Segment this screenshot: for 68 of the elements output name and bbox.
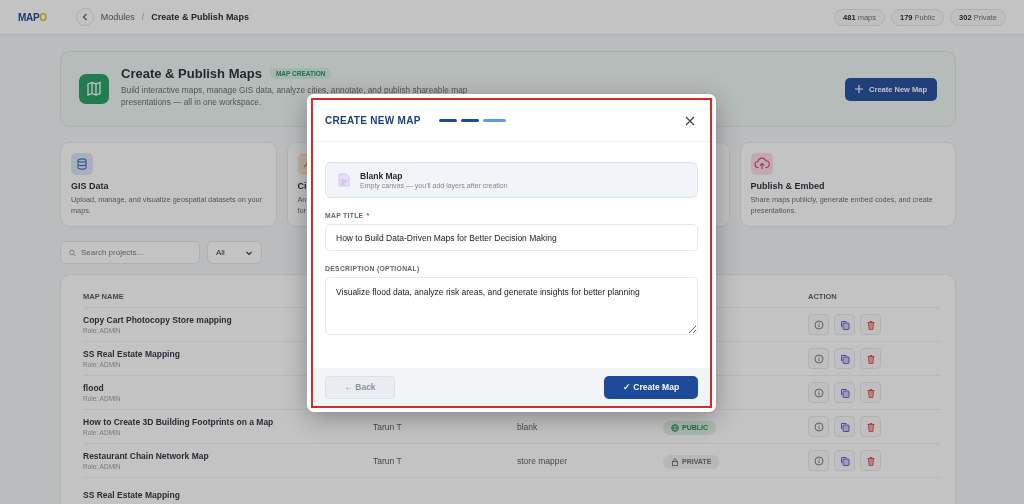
info-icon — [813, 319, 824, 330]
close-icon — [685, 115, 695, 126]
page-description: Build interactive maps, manage GIS data, analyze cities, annotate, and publish shareable map presentations — all in one workspace. — [121, 84, 469, 108]
search-field[interactable]: Search projects... — [60, 241, 200, 264]
create-map-button[interactable]: ✓ Create Map — [604, 375, 698, 399]
search-icon — [69, 247, 76, 258]
database-icon — [71, 153, 93, 175]
copy-icon — [839, 421, 850, 432]
template-cell: store mapper — [517, 455, 568, 466]
delete-button[interactable] — [860, 450, 881, 471]
info-button[interactable] — [808, 416, 829, 437]
cloud-upload-icon — [750, 153, 773, 175]
back-button[interactable] — [75, 8, 94, 26]
info-icon — [813, 353, 824, 364]
plus-icon — [855, 85, 864, 93]
copy-button[interactable] — [834, 382, 855, 403]
info-button[interactable] — [808, 450, 829, 471]
breadcrumb-link[interactable]: Modules — [100, 12, 135, 22]
owner-cell: Tarun T — [373, 455, 402, 466]
copy-icon — [839, 353, 850, 364]
map-name[interactable]: SS Real Estate Mapping — [83, 349, 180, 359]
copy-icon — [839, 387, 850, 398]
logo: MAPO — [18, 11, 47, 23]
feature-title: GIS Data — [71, 181, 109, 191]
breadcrumb-current: Create & Publish Maps — [151, 12, 249, 22]
feature-title: Publish & Embed — [750, 181, 825, 191]
trash-icon — [865, 353, 876, 364]
template-name: Blank Map — [360, 171, 404, 181]
page-title: Create & Publish Maps — [121, 66, 262, 81]
copy-button[interactable] — [834, 314, 855, 335]
globe-icon — [671, 423, 679, 432]
info-icon — [813, 387, 824, 398]
copy-button[interactable] — [834, 348, 855, 369]
map-name[interactable]: flood — [83, 383, 104, 393]
description-field[interactable]: Visualize flood data, analyze risk areas, and generate insights for better planning — [325, 277, 698, 335]
trash-icon — [865, 319, 876, 330]
delete-button[interactable] — [860, 416, 881, 437]
copy-button[interactable] — [834, 416, 855, 437]
filter-dropdown[interactable]: All — [207, 241, 262, 264]
info-button[interactable] — [808, 314, 829, 335]
map-name[interactable]: Restaurant Chain Network Map — [83, 451, 209, 461]
copy-icon — [839, 455, 850, 466]
map-name[interactable]: SS Real Estate Mapping — [83, 489, 180, 500]
search-input[interactable]: Search projects... — [81, 248, 191, 257]
breadcrumb-separator: / — [141, 12, 145, 22]
map-name[interactable]: Copy Cart Photocopy Store mapping — [83, 315, 232, 325]
delete-button[interactable] — [860, 314, 881, 335]
map-name[interactable]: How to Create 3D Building Footprints on a Map — [83, 417, 274, 427]
info-button[interactable] — [808, 348, 829, 369]
map-title-field[interactable]: How to Build Data-Driven Maps for Better Decision Making — [325, 224, 698, 251]
trash-icon — [865, 421, 876, 432]
template-cell: blank — [517, 421, 538, 432]
info-icon — [813, 421, 824, 432]
lock-icon — [671, 457, 679, 466]
feature-title: Ci — [297, 181, 307, 191]
copy-icon — [839, 319, 850, 330]
trash-icon — [865, 387, 876, 398]
owner-cell: Tarun T — [373, 421, 402, 432]
info-icon — [813, 455, 824, 466]
trash-icon — [865, 455, 876, 466]
document-icon — [338, 173, 350, 187]
copy-button[interactable] — [834, 450, 855, 471]
delete-button[interactable] — [860, 382, 881, 403]
dialog-title: CREATE NEW MAP — [325, 115, 421, 126]
info-button[interactable] — [808, 382, 829, 403]
map-icon — [79, 74, 109, 104]
delete-button[interactable] — [860, 348, 881, 369]
chevron-left-icon — [80, 13, 89, 21]
